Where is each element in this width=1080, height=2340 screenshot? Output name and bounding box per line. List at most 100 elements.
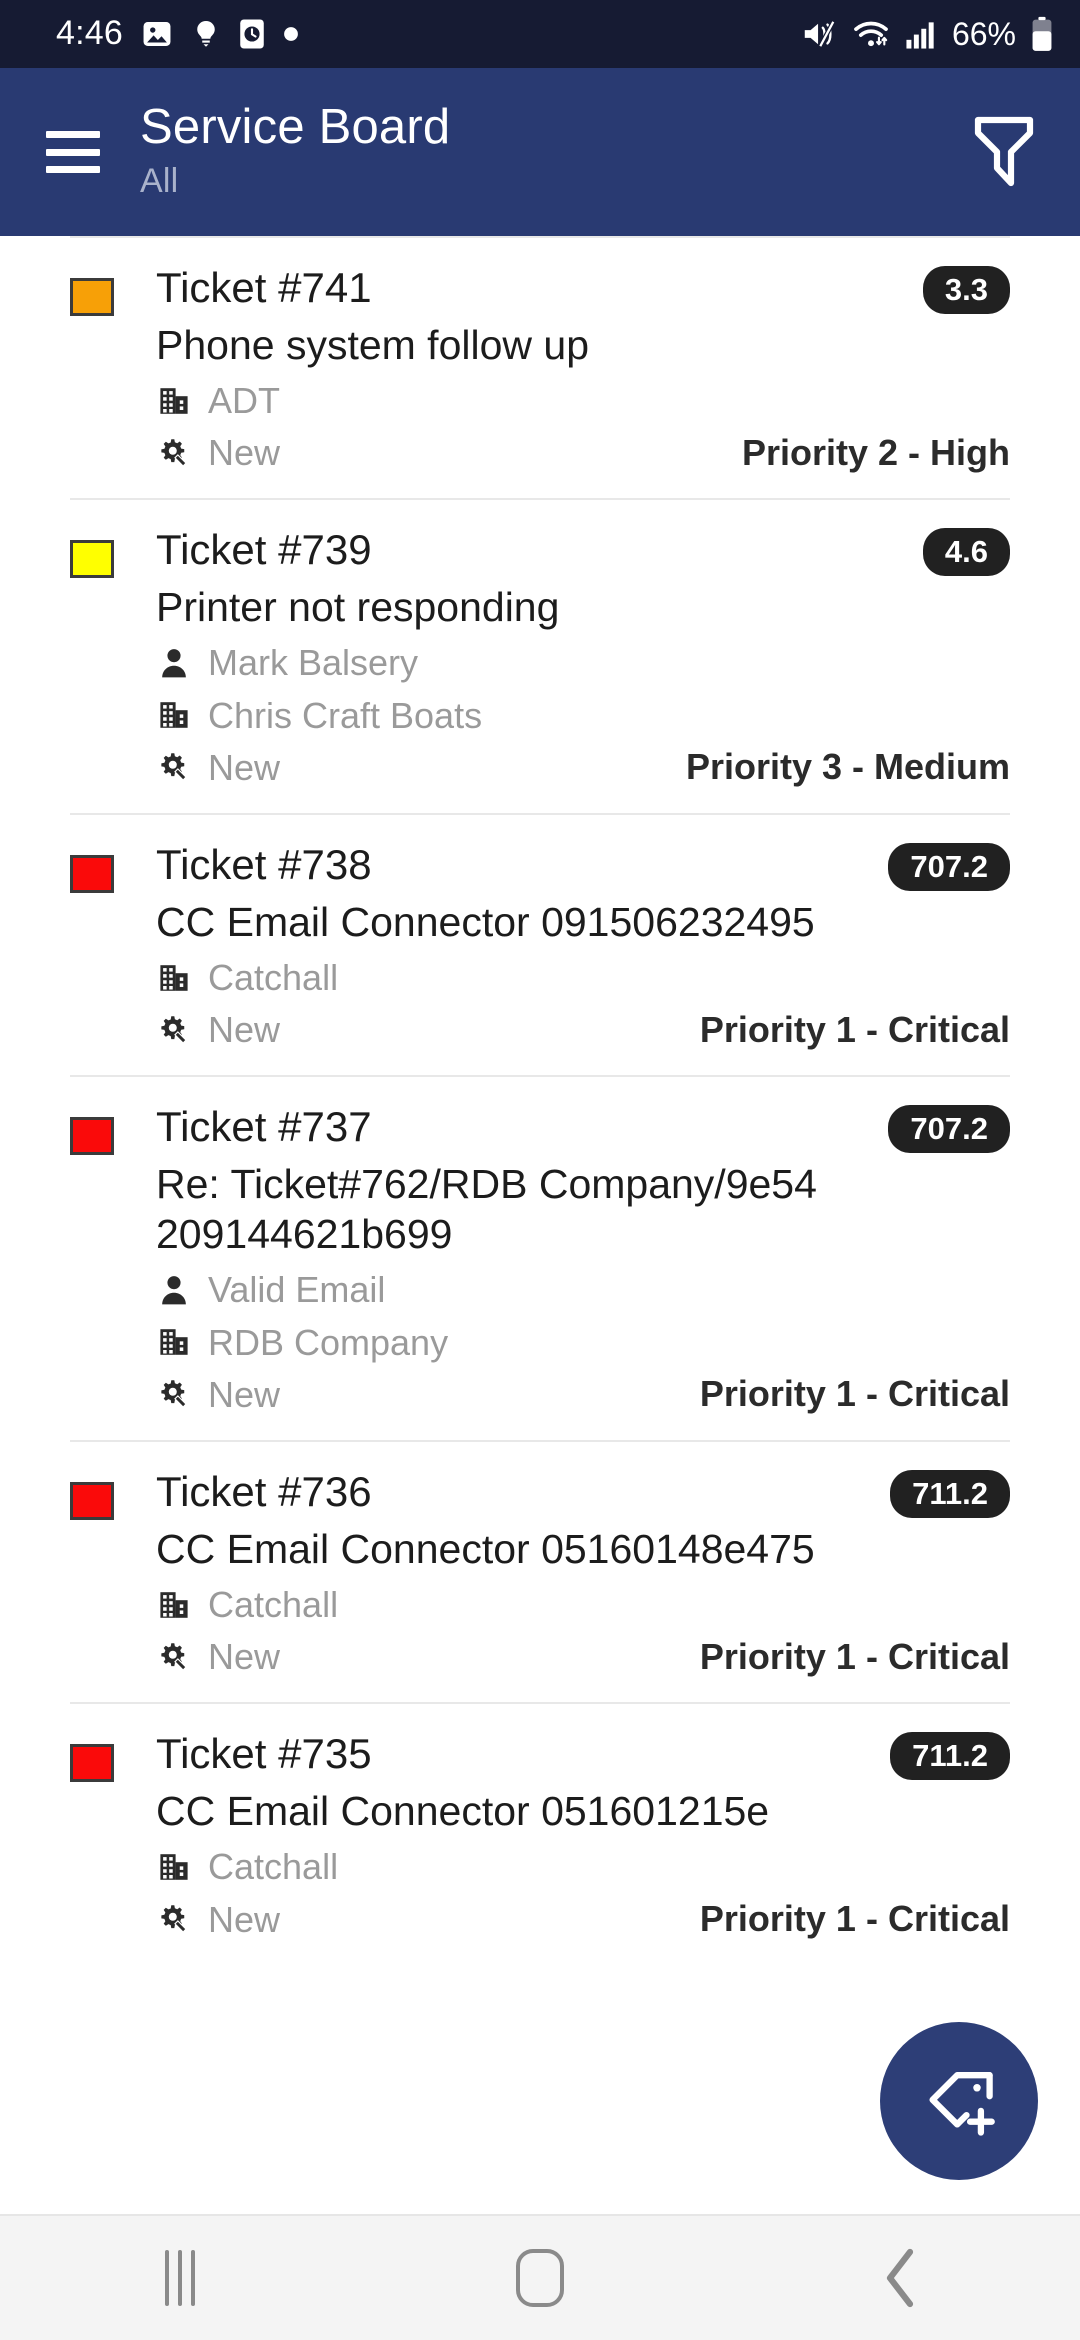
ticket-status: New (208, 1373, 281, 1415)
recents-button[interactable] (0, 2216, 360, 2340)
page-subtitle: All (140, 162, 179, 201)
building-icon (156, 960, 192, 996)
status-bar-right: 66% (802, 16, 1054, 53)
status-color-swatch (70, 278, 114, 316)
sla-hours-badge: 707.2 (888, 1105, 1010, 1154)
company-row: Chris Craft Boats (156, 694, 1010, 737)
hamburger-line (46, 131, 100, 138)
ticket-priority: Priority 1 - Critical (699, 1635, 1010, 1677)
company-row: Catchall (156, 1583, 1010, 1626)
sla-hours-badge: 711.2 (890, 1469, 1010, 1518)
home-button[interactable] (360, 2216, 720, 2340)
page-title: Service Board (140, 100, 451, 155)
status-color-swatch (70, 540, 114, 579)
table-row[interactable]: Ticket #738 707.2 CC Email Connector 091… (0, 815, 1080, 1075)
ticket-status: New (208, 1009, 281, 1051)
recents-line (165, 2250, 169, 2306)
company-row: Catchall (156, 1845, 1010, 1888)
company-row: ADT (156, 379, 1010, 422)
ticket-number: Ticket #741 (156, 264, 372, 311)
ticket-number: Ticket #738 (156, 840, 372, 888)
ticket-summary: CC Email Connector 091506232495 (156, 898, 815, 945)
ticket-priority: Priority 3 - Medium (685, 746, 1010, 788)
contact-name: Mark Balsery (208, 642, 419, 684)
recents-icon (165, 2250, 195, 2306)
add-ticket-fab[interactable] (880, 2022, 1038, 2180)
ticket-status: New (208, 746, 281, 788)
person-icon (156, 645, 192, 681)
contact-row: Mark Balsery (156, 641, 1010, 684)
status-priority-row: New Priority 3 - Medium (156, 746, 1010, 789)
status-color-swatch (70, 1117, 114, 1156)
sla-hours-badge: 707.2 (888, 842, 1010, 891)
company-name: Catchall (208, 956, 339, 998)
mute-icon (802, 17, 838, 51)
status-priority-row: New Priority 1 - Critical (156, 1008, 1010, 1051)
status-priority-row: New Priority 2 - High (156, 431, 1010, 474)
clock-card-icon (238, 17, 266, 51)
hamburger-menu-icon[interactable] (46, 131, 100, 173)
ticket-priority: Priority 1 - Critical (699, 1373, 1010, 1415)
gear-wrench-icon (156, 1012, 192, 1048)
ticket-number: Ticket #735 (156, 1730, 372, 1778)
status-bar-left: 4:46 (56, 16, 299, 52)
ticket-summary: Re: Ticket#762/RDB Company/9e54 20914462… (156, 1161, 817, 1258)
sla-hours-badge: 4.6 (922, 528, 1010, 577)
ticket-summary: Printer not responding (156, 584, 560, 631)
ticket-summary: CC Email Connector 05160148e475 (156, 1525, 815, 1572)
ticket-priority: Priority 2 - High (741, 431, 1010, 473)
hamburger-line (46, 166, 100, 173)
back-button[interactable] (720, 2216, 1080, 2340)
app-bar: Service Board All (0, 68, 1080, 236)
status-bar-clock: 4:46 (56, 14, 123, 52)
gear-wrench-icon (156, 1376, 192, 1412)
gear-wrench-icon (156, 1639, 192, 1675)
company-name: Chris Craft Boats (208, 694, 483, 736)
battery-percent-label: 66% (951, 15, 1016, 52)
app-bar-titles: Service Board All (140, 101, 450, 202)
cellular-signal-icon (904, 18, 938, 50)
app-screen: 4:46 66% Service Board All Ticket #741 3… (0, 0, 1080, 2340)
table-row[interactable]: Ticket #735 711.2 CC Email Connector 051… (0, 1704, 1080, 1964)
back-chevron-icon (878, 2246, 922, 2310)
image-icon (140, 17, 174, 51)
ticket-status: New (208, 432, 281, 474)
hamburger-line (46, 148, 100, 156)
company-row: Catchall (156, 956, 1010, 999)
ticket-summary: CC Email Connector 051601215e (156, 1788, 770, 1835)
status-color-swatch (70, 854, 114, 893)
dot-icon (283, 26, 299, 42)
recents-line (191, 2250, 195, 2306)
status-color-swatch (70, 1481, 114, 1520)
filter-button[interactable] (962, 110, 1046, 194)
gear-wrench-icon (156, 1901, 192, 1937)
person-icon (156, 1272, 192, 1308)
building-icon (156, 1849, 192, 1885)
ticket-priority: Priority 1 - Critical (699, 1008, 1010, 1050)
table-row[interactable]: Ticket #741 3.3 Phone system follow up A… (0, 238, 1080, 498)
table-row[interactable]: Ticket #739 4.6 Printer not responding M… (0, 500, 1080, 813)
lightbulb-icon (191, 17, 221, 51)
table-row[interactable]: Ticket #736 711.2 CC Email Connector 051… (0, 1442, 1080, 1702)
building-icon (156, 1324, 192, 1360)
company-name: Catchall (208, 1583, 339, 1625)
android-navigation-bar (0, 2214, 1080, 2340)
status-priority-row: New Priority 1 - Critical (156, 1898, 1010, 1941)
status-bar: 4:46 66% (0, 0, 1080, 68)
status-color-swatch (70, 1744, 114, 1783)
contact-row: Valid Email (156, 1268, 1010, 1311)
home-icon (516, 2249, 564, 2307)
company-name: ADT (208, 380, 280, 422)
ticket-status: New (208, 1636, 281, 1678)
status-priority-row: New Priority 1 - Critical (156, 1373, 1010, 1416)
table-row[interactable]: Ticket #737 707.2 Re: Ticket#762/RDB Com… (0, 1077, 1080, 1440)
building-icon (156, 1587, 192, 1623)
ticket-list[interactable]: Ticket #741 3.3 Phone system follow up A… (0, 236, 1080, 2214)
tag-plus-icon (917, 2059, 1001, 2143)
sla-hours-badge: 3.3 (922, 266, 1010, 314)
gear-wrench-icon (156, 749, 192, 785)
ticket-priority: Priority 1 - Critical (699, 1898, 1010, 1940)
filter-funnel-icon (968, 112, 1040, 192)
ticket-summary: Phone system follow up (156, 322, 590, 368)
contact-name: Valid Email (208, 1269, 386, 1311)
